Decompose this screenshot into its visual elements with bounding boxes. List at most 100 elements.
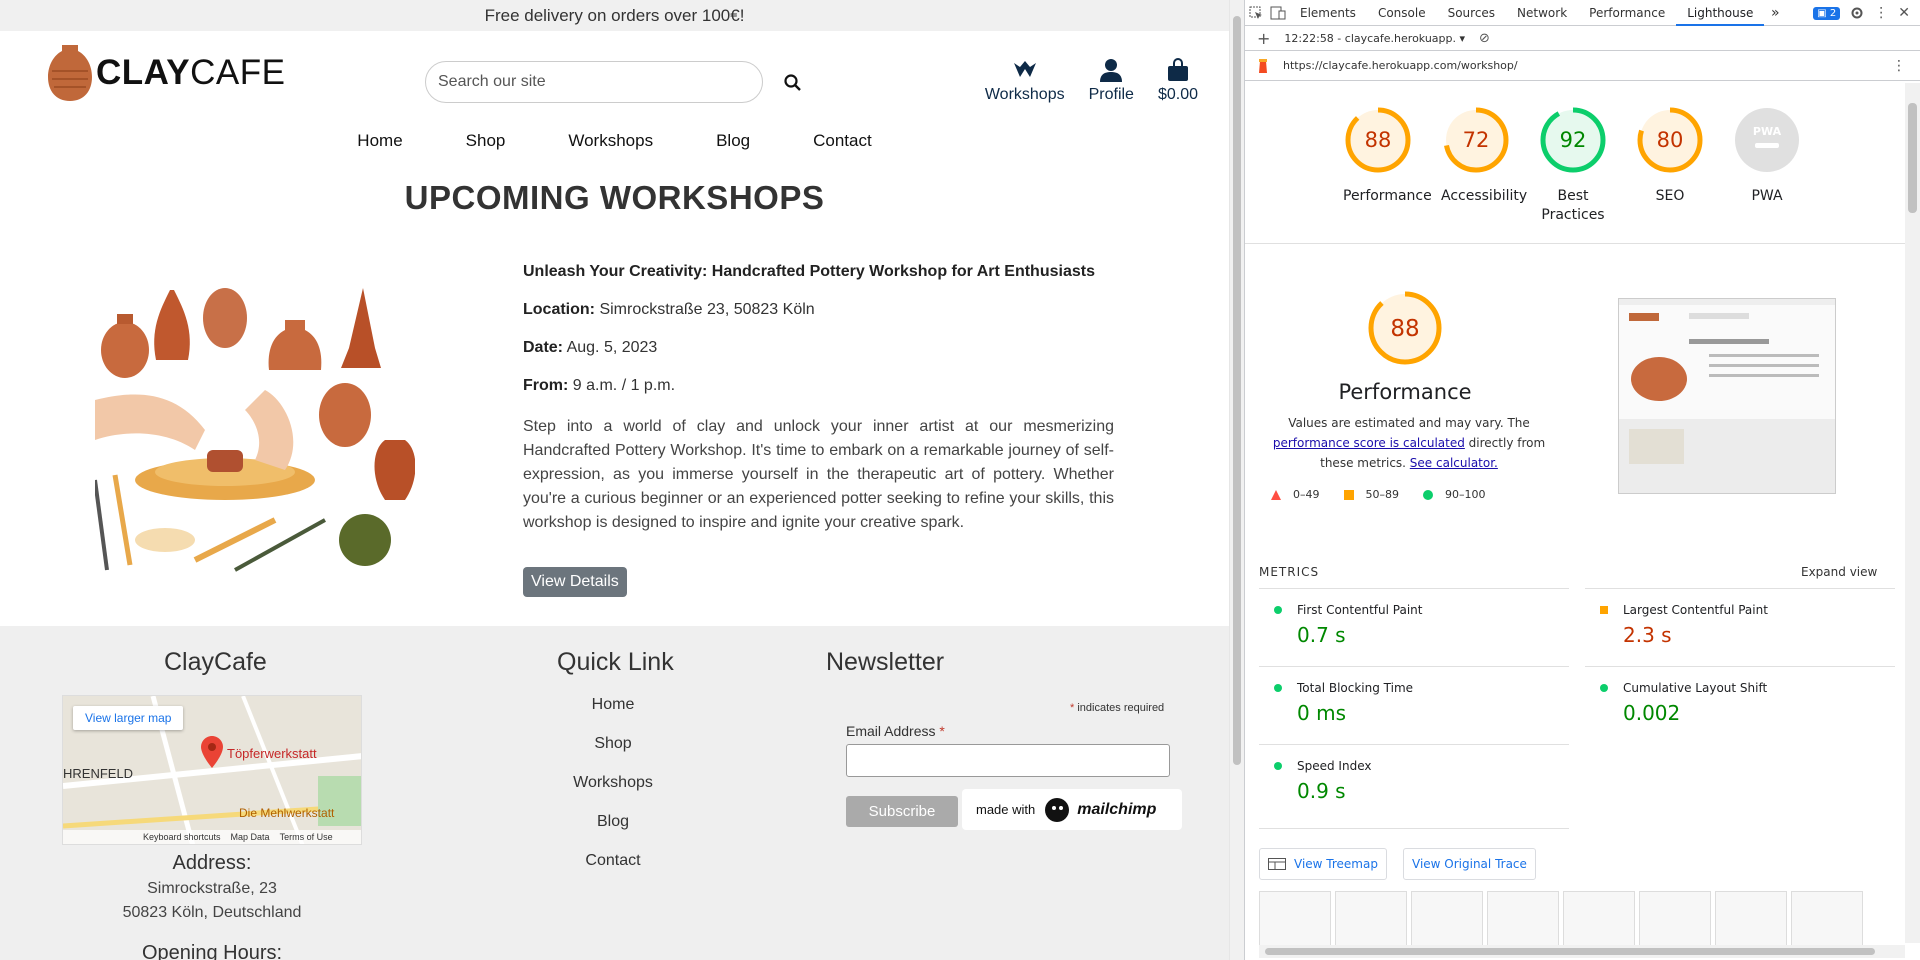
gauge-pwa-label: PWA (1751, 188, 1783, 204)
user-icon (1100, 59, 1123, 82)
status-square-icon (1600, 606, 1608, 614)
newsletter-email-input[interactable] (846, 744, 1170, 777)
nav-blog[interactable]: Blog (716, 131, 750, 151)
report-scroll-thumb[interactable] (1908, 103, 1917, 213)
main-nav: Home Shop Workshops Blog Contact (0, 131, 1229, 151)
nav-workshops[interactable]: Workshops (568, 131, 653, 151)
nav-home[interactable]: Home (357, 131, 402, 151)
embedded-map[interactable]: View larger map Töpferwerkstatt Die Mehl… (62, 695, 362, 845)
issues-badge[interactable]: ▣ 2 (1813, 6, 1841, 20)
search-input[interactable] (425, 61, 763, 103)
gauge-seo[interactable]: 80 SEO (1635, 105, 1705, 206)
email-label: Email Address * (846, 723, 945, 739)
gauge-performance[interactable]: 88 Performance (1343, 105, 1432, 206)
performance-big-gauge: 88 (1368, 291, 1442, 365)
tab-lighthouse[interactable]: Lighthouse (1676, 0, 1765, 26)
tab-elements[interactable]: Elements (1289, 0, 1367, 26)
quick-link-contact[interactable]: Contact (513, 852, 713, 870)
filmstrip-frame (1715, 891, 1787, 948)
address-line1: Simrockstraße, 23 (147, 880, 277, 897)
screenshot-preview (1619, 299, 1835, 493)
quick-link-workshops[interactable]: Workshops (513, 774, 713, 792)
report-url: https://claycafe.herokuapp.com/workshop/ (1283, 59, 1518, 72)
filmstrip-frame (1791, 891, 1863, 948)
report-hscroll-thumb[interactable] (1265, 948, 1875, 955)
gauge-performance-score: 88 (1365, 128, 1392, 152)
report-menu-icon[interactable]: ⋮ (1892, 58, 1906, 74)
tab-performance[interactable]: Performance (1578, 0, 1676, 26)
view-larger-map-button[interactable]: View larger map (73, 706, 184, 730)
kebab-menu-icon[interactable]: ⋮ (1874, 5, 1888, 21)
separator (1259, 828, 1569, 829)
search-button[interactable] (777, 67, 807, 97)
tab-sources[interactable]: Sources (1437, 0, 1506, 26)
settings-gear-icon[interactable] (1850, 6, 1864, 20)
dropdown-caret-icon: ▾ (1459, 31, 1466, 45)
close-icon[interactable]: ✕ (1898, 5, 1910, 21)
report-horizontal-scrollbar[interactable] (1259, 945, 1905, 958)
vase-logo-icon (48, 45, 92, 101)
score-calculated-link[interactable]: performance score is calculated (1273, 436, 1465, 450)
performance-big-score: 88 (1390, 316, 1419, 342)
gauge-seo-label: SEO (1655, 188, 1685, 204)
tab-console[interactable]: Console (1367, 0, 1437, 26)
report-vertical-scrollbar[interactable] (1905, 83, 1920, 943)
opening-hours-title: Opening Hours: (141, 942, 283, 960)
filmstrip (1259, 891, 1895, 948)
address-line2: 50823 Köln, Deutschland (122, 904, 302, 921)
cart-link[interactable]: $0.00 (1158, 56, 1198, 104)
quick-link-home[interactable]: Home (513, 696, 713, 714)
more-tabs-button[interactable]: » (1764, 0, 1786, 26)
subscribe-button[interactable]: Subscribe (846, 796, 958, 827)
site-scroll-thumb[interactable] (1233, 16, 1241, 765)
view-treemap-button[interactable]: View Treemap (1259, 848, 1387, 880)
see-calculator-link[interactable]: See calculator. (1410, 456, 1498, 470)
quick-links: Home Shop Workshops Blog Contact (513, 696, 713, 891)
site-scrollbar[interactable] (1229, 0, 1244, 960)
tab-network[interactable]: Network (1506, 0, 1578, 26)
treemap-label: View Treemap (1294, 857, 1378, 871)
quick-link-shop[interactable]: Shop (513, 735, 713, 753)
lighthouse-toolbar: + 12:22:58 - claycafe.herokuapp. ▾ ⊘ (1245, 26, 1920, 51)
map-footer: Keyboard shortcuts Map Data Terms of Use (63, 830, 361, 844)
gauge-best-practices-label: Best Practices (1541, 188, 1605, 223)
performance-note: Values are estimated and may vary. The p… (1272, 416, 1546, 470)
profile-link[interactable]: Profile (1089, 56, 1134, 104)
gauge-accessibility[interactable]: 72 Accessibility (1441, 105, 1528, 206)
metric-tbt-name: Total Blocking Time (1297, 681, 1414, 695)
workshops-link[interactable]: Workshops (985, 56, 1065, 104)
bag-icon (1167, 58, 1188, 81)
view-original-trace-button[interactable]: View Original Trace (1403, 848, 1536, 880)
gauge-accessibility-label: Accessibility (1441, 188, 1528, 204)
status-dot-icon (1274, 606, 1282, 614)
nav-contact[interactable]: Contact (813, 131, 872, 151)
inspect-element-button[interactable] (1245, 0, 1267, 26)
metric-tbt-value: 0 ms (1297, 701, 1346, 725)
metric-cls-value: 0.002 (1623, 701, 1681, 725)
gauge-accessibility-score: 72 (1463, 128, 1490, 152)
page-screenshot-thumbnail[interactable] (1618, 298, 1836, 494)
map-data[interactable]: Map Data (231, 832, 270, 842)
map-keyboard-shortcuts[interactable]: Keyboard shortcuts (143, 832, 221, 842)
device-toolbar-button[interactable] (1267, 0, 1289, 26)
nav-shop[interactable]: Shop (466, 131, 506, 151)
gauge-performance-ring: 88 (1345, 107, 1411, 173)
map-terms[interactable]: Terms of Use (280, 832, 333, 842)
site-logo[interactable]: CLAYCAFE (48, 43, 285, 103)
filmstrip-frame (1639, 891, 1711, 948)
expand-view-toggle[interactable]: Expand view (1801, 565, 1877, 579)
gauge-best-practices[interactable]: 92 Best Practices (1538, 105, 1608, 225)
quick-link-blog[interactable]: Blog (513, 813, 713, 831)
mailchimp-badge[interactable]: made with mailchimp (962, 789, 1182, 830)
new-report-icon[interactable]: + (1257, 29, 1270, 48)
report-selector[interactable]: 12:22:58 - claycafe.herokuapp. ▾ (1284, 32, 1465, 45)
legend-pass: 90–100 (1423, 488, 1486, 501)
square-icon (1343, 489, 1354, 500)
view-details-button[interactable]: View Details (523, 567, 627, 597)
site-header: CLAYCAFE Workshops Profile $0.00 (0, 31, 1229, 131)
footer-newsletter-title: Newsletter (826, 648, 945, 676)
gauge-seo-score: 80 (1657, 128, 1684, 152)
clear-reports-icon[interactable]: ⊘ (1479, 31, 1490, 46)
legend-average: 50–89 (1343, 488, 1399, 501)
gauge-pwa[interactable]: PWA PWA (1732, 105, 1802, 206)
